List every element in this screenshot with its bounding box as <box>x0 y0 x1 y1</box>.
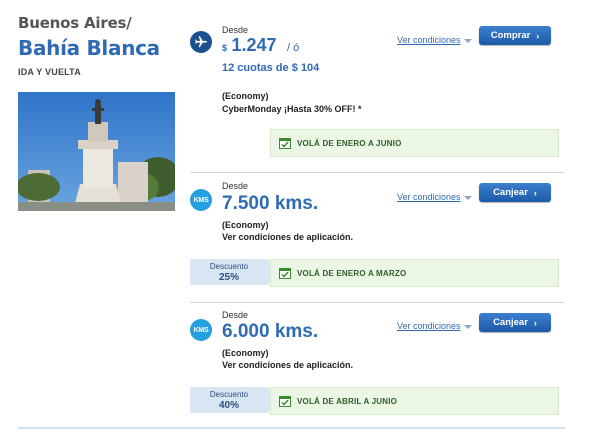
kms-icon-text: KMS <box>193 326 209 334</box>
route-panel: Buenos Aires/ Bahía Blanca IDA Y VUELTA <box>18 14 178 77</box>
desde-label: Desde <box>222 310 249 320</box>
offer-kms-2: KMS Desde 6.000 kms. (Economy) Ver condi… <box>190 302 565 417</box>
kms-icon: KMS <box>190 189 212 211</box>
currency-symbol: $ <box>222 43 228 53</box>
chevron-down-icon <box>463 38 472 43</box>
kms-amount: 7.500 kms. <box>222 193 319 214</box>
price-or: / ó <box>286 42 300 54</box>
chevron-down-icon <box>463 195 472 200</box>
installments: 12 cuotas de $ 104 <box>222 62 320 74</box>
chevron-right-icon: › <box>533 187 537 198</box>
destination-photo <box>18 92 175 211</box>
origin-city: Buenos Aires/ <box>18 14 132 32</box>
offer-kms-1: KMS Desde 7.500 kms. (Economy) Ver condi… <box>190 172 565 303</box>
trip-type: IDA Y VUELTA <box>18 67 81 77</box>
conditions-link-label: Ver condiciones <box>397 35 461 45</box>
calendar-check-icon <box>279 138 291 149</box>
travel-period: VOLÁ DE ABRIL A JUNIO <box>297 396 398 406</box>
chevron-right-icon: › <box>533 317 537 328</box>
calendar-check-icon <box>279 268 291 279</box>
chevron-right-icon: › <box>536 30 540 41</box>
discount-value: 40% <box>218 400 239 411</box>
discount-label: Descuento <box>209 390 249 399</box>
discount-label: Descuento <box>209 262 249 271</box>
redeem-button-label: Canjear <box>493 187 528 198</box>
calendar-check-icon <box>279 396 291 407</box>
destination-city: Bahía Blanca <box>18 36 160 60</box>
conditions-link-label: Ver condiciones <box>397 192 461 202</box>
price-amount: 1.247 <box>231 35 277 55</box>
travel-period-band: VOLÁ DE ENERO A MARZO <box>270 259 559 287</box>
fare-class: (Economy) <box>222 348 269 358</box>
chevron-down-icon <box>463 324 472 329</box>
redeem-button[interactable]: Canjear › <box>479 183 551 202</box>
travel-period: VOLÁ DE ENERO A MARZO <box>297 268 407 278</box>
conditions-link[interactable]: Ver condiciones <box>397 35 472 45</box>
conditions-link-label: Ver condiciones <box>397 321 461 331</box>
airplane-icon <box>190 31 212 53</box>
conditions-note: Ver condiciones de aplicación. <box>222 360 354 370</box>
discount-value: 25% <box>218 272 239 283</box>
discount-badge: Descuento 40% <box>190 387 276 413</box>
kms-icon-text: KMS <box>193 196 209 204</box>
desde-label: Desde <box>222 25 249 35</box>
discount-badge: Descuento 25% <box>190 259 276 285</box>
promo-text: CyberMonday ¡Hasta 30% OFF! * <box>222 104 362 114</box>
kms-amount: 6.000 kms. <box>222 321 319 342</box>
buy-button-label: Comprar <box>490 30 531 41</box>
fare-class: (Economy) <box>222 220 269 230</box>
conditions-link[interactable]: Ver condiciones <box>397 321 472 331</box>
buy-button[interactable]: Comprar › <box>479 26 551 45</box>
divider <box>18 427 565 429</box>
travel-period: VOLÁ DE ENERO A JUNIO <box>297 138 402 148</box>
conditions-note: Ver condiciones de aplicación. <box>222 232 354 242</box>
conditions-link[interactable]: Ver condiciones <box>397 192 472 202</box>
price: $ 1.247 / ó <box>222 35 299 56</box>
travel-period-band: VOLÁ DE ENERO A JUNIO <box>270 129 559 157</box>
travel-period-band: VOLÁ DE ABRIL A JUNIO <box>270 387 559 415</box>
redeem-button-label: Canjear <box>493 317 528 328</box>
redeem-button[interactable]: Canjear › <box>479 313 551 332</box>
desde-label: Desde <box>222 181 249 191</box>
kms-icon: KMS <box>190 319 212 341</box>
fare-class: (Economy) <box>222 91 269 101</box>
